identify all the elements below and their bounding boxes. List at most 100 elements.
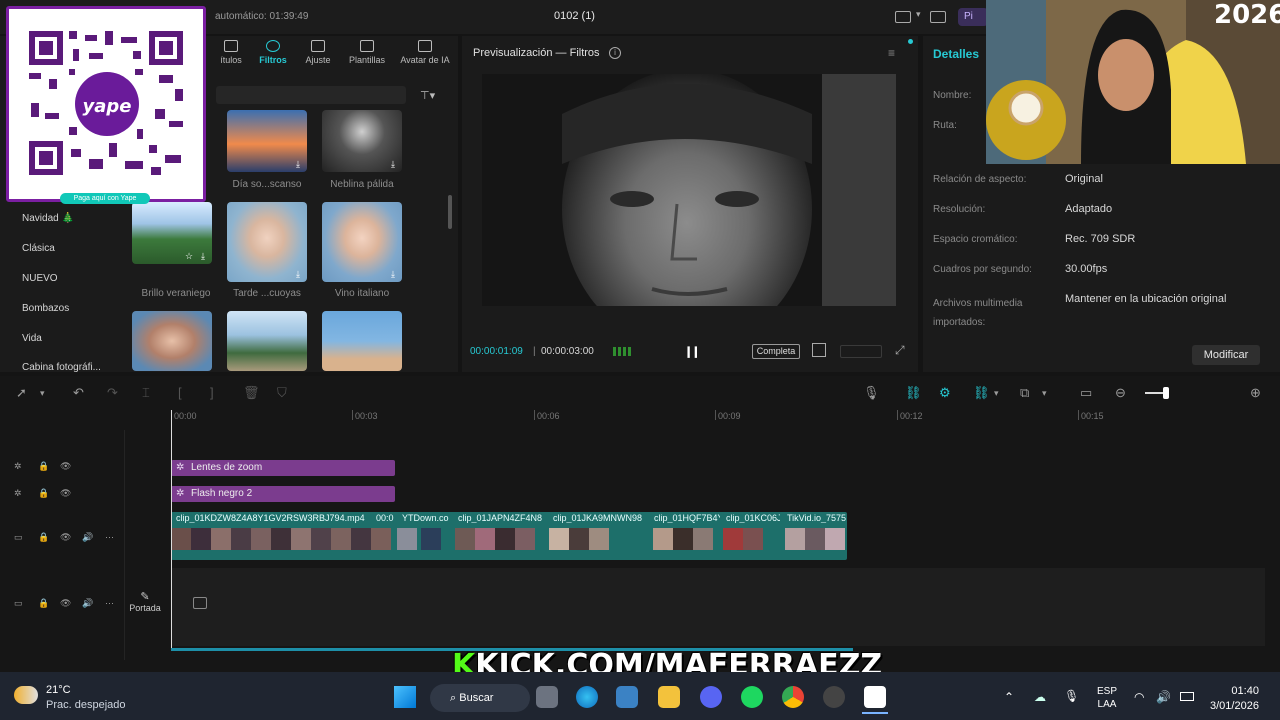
download-icon[interactable]: ⤓	[293, 159, 303, 169]
chain-icon[interactable]: ⛓	[973, 385, 990, 401]
link-icon[interactable]: ⛓	[905, 385, 922, 401]
obs-icon[interactable]	[823, 686, 845, 708]
effect-track-icon[interactable]: ✲	[14, 461, 22, 472]
filter-thumb-rest-day[interactable]: ⤓	[227, 110, 307, 172]
shortcuts-icon[interactable]	[930, 11, 946, 23]
microphone-icon[interactable]: 🎙	[1064, 689, 1079, 703]
cloud-icon[interactable]: ☁	[1034, 690, 1046, 704]
select-tool-icon[interactable]: ➚	[16, 385, 27, 401]
weather-description[interactable]: Prac. despejado	[46, 699, 126, 711]
taskbar-clock[interactable]: 01:40 3/01/2026	[1210, 684, 1259, 714]
tab-titles[interactable]: ítulos	[214, 40, 248, 65]
filter-thumb-sequoia-afternoon[interactable]: ⤓	[227, 202, 307, 282]
language-indicator[interactable]: ESP LAA	[1097, 685, 1117, 711]
file-explorer-icon[interactable]	[658, 686, 680, 708]
lock-icon[interactable]: 🔒	[38, 532, 49, 543]
download-icon[interactable]: ⤓	[198, 251, 208, 261]
main-track-area[interactable]	[171, 568, 1265, 646]
zoom-in-icon[interactable]: ⊕	[1250, 385, 1261, 401]
filter-thumb-summer-glow[interactable]: ⤓ ☆	[132, 202, 212, 264]
filters-scrollbar[interactable]	[448, 195, 452, 229]
chevron-down-icon[interactable]: ▾	[40, 388, 45, 399]
download-icon[interactable]: ⤓	[388, 269, 398, 279]
eye-icon[interactable]: 👁	[60, 532, 71, 543]
tab-ai-avatar[interactable]: Avatar de IA	[396, 40, 454, 65]
discord-icon[interactable]	[700, 686, 722, 708]
filter-thumb-sky-portrait[interactable]	[322, 311, 402, 371]
star-icon[interactable]: ☆	[184, 251, 194, 261]
eye-icon[interactable]: 👁	[60, 461, 71, 472]
undo-icon[interactable]: ↶	[73, 385, 84, 401]
lock-icon[interactable]: 🔒	[38, 461, 49, 472]
quality-button[interactable]	[840, 345, 882, 358]
microphone-icon[interactable]: 🎙	[863, 385, 880, 401]
effect-track-icon[interactable]: ✲	[14, 488, 22, 499]
volume-icon[interactable]: 🔊	[1156, 690, 1171, 704]
chevron-up-icon[interactable]: ⌃	[1004, 690, 1014, 704]
delete-icon[interactable]: 🗑	[243, 385, 260, 401]
filter-thumb-forest-cabin[interactable]	[227, 311, 307, 371]
category-classic[interactable]: Clásica	[22, 243, 55, 254]
chevron-down-icon[interactable]: ▾	[994, 388, 999, 399]
filter-thumb-portrait[interactable]	[132, 311, 212, 371]
marker-icon[interactable]: ⛉	[277, 385, 287, 401]
chrome-icon[interactable]	[782, 686, 804, 708]
main-track-icon[interactable]: ▭	[14, 598, 23, 609]
fullscreen-icon[interactable]: ⤢	[895, 343, 905, 358]
video-track-icon[interactable]: ▭	[14, 532, 23, 543]
lock-icon[interactable]: 🔒	[38, 488, 49, 499]
modify-button[interactable]: Modificar	[1192, 345, 1260, 365]
filter-sort-icon[interactable]: ⊤▾	[420, 89, 435, 102]
windows-start-icon[interactable]	[394, 686, 416, 708]
lock-icon[interactable]: 🔒	[38, 598, 49, 609]
snapshot-icon[interactable]	[812, 343, 826, 357]
speaker-icon[interactable]: 🔊	[82, 598, 93, 609]
cover-button[interactable]: ✎ Portada	[127, 590, 163, 620]
effect-clip-zoom-lens[interactable]: ✲ Lentes de zoom	[171, 460, 395, 476]
download-icon[interactable]: ⤓	[388, 159, 398, 169]
store-icon[interactable]	[616, 686, 638, 708]
filter-thumb-italian-wine[interactable]: ⤓	[322, 202, 402, 282]
chevron-down-icon[interactable]: ▾	[1042, 388, 1047, 399]
category-photo-booth[interactable]: Cabina fotográfi...	[22, 362, 101, 373]
category-life[interactable]: Vida	[22, 333, 42, 344]
chevron-down-icon[interactable]: ▾	[916, 9, 921, 20]
weather-icon[interactable]	[14, 686, 38, 704]
taskbar-search[interactable]: ⌕ Buscar	[430, 684, 530, 712]
category-christmas[interactable]: Navidad 🎄	[22, 213, 74, 224]
layout-icon[interactable]	[895, 11, 911, 23]
effect-clip-black-flash[interactable]: ✲ Flash negro 2	[171, 486, 395, 502]
capcut-icon[interactable]	[864, 686, 886, 708]
tab-templates[interactable]: Plantillas	[343, 40, 391, 65]
battery-icon[interactable]	[1180, 692, 1194, 701]
tab-adjust[interactable]: Ajuste	[300, 40, 336, 65]
filter-search-input[interactable]	[216, 86, 406, 104]
ratio-button[interactable]: Completa	[752, 344, 800, 359]
category-new[interactable]: NUEVO	[22, 273, 58, 284]
task-view-icon[interactable]	[536, 686, 558, 708]
pause-button[interactable]: ❙❙	[684, 345, 701, 358]
eye-icon[interactable]: 👁	[60, 598, 71, 609]
edge-icon[interactable]	[576, 686, 598, 708]
tab-filters[interactable]: Filtros	[256, 40, 290, 65]
redo-icon[interactable]: ↷	[107, 385, 118, 401]
pro-badge[interactable]: Pi	[958, 8, 988, 26]
preview-axis-icon[interactable]: ⧉	[1020, 385, 1029, 401]
menu-icon[interactable]: ≡	[888, 46, 895, 60]
info-icon[interactable]: i	[609, 47, 621, 59]
eye-icon[interactable]: 👁	[60, 488, 71, 499]
trim-right-icon[interactable]: ]	[210, 385, 214, 400]
split-icon[interactable]: ⌶	[142, 385, 150, 401]
caption-icon[interactable]: ▭	[1080, 385, 1092, 401]
playhead[interactable]	[171, 410, 172, 650]
speaker-icon[interactable]: 🔊	[82, 532, 93, 543]
spotify-icon[interactable]	[741, 686, 763, 708]
weather-temperature[interactable]: 21°C	[46, 684, 71, 696]
download-icon[interactable]: ⤓	[293, 269, 303, 279]
zoom-slider-handle[interactable]	[1163, 387, 1169, 399]
zoom-out-icon[interactable]: ⊖	[1115, 385, 1126, 401]
more-icon[interactable]: ⋯	[105, 532, 114, 543]
trim-left-icon[interactable]: [	[178, 385, 182, 400]
wifi-icon[interactable]: ◠	[1134, 690, 1144, 704]
video-preview[interactable]	[482, 74, 896, 306]
